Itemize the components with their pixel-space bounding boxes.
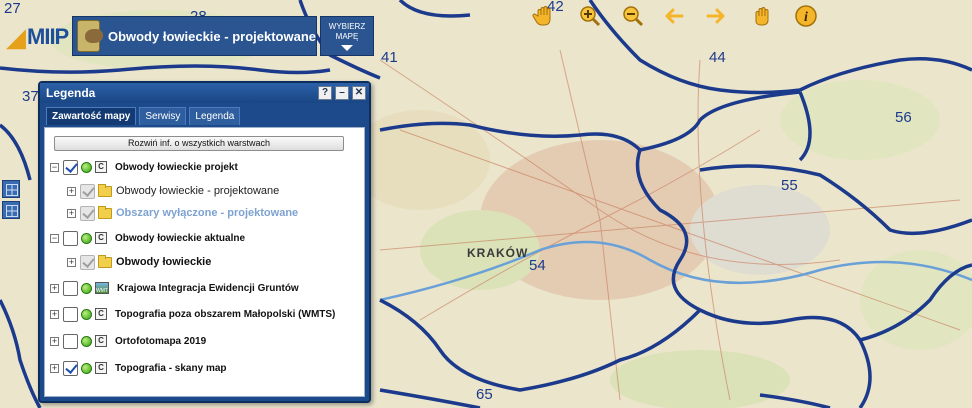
layer-checkbox[interactable]: [63, 159, 78, 175]
map-title: Obwody łowieckie - projektowane: [107, 28, 316, 44]
expand-all-button[interactable]: Rozwiń inf. o wszystkich warstwach: [54, 136, 344, 151]
legend-tabs: Zawartość mapy Serwisy Legenda: [40, 103, 369, 125]
district-number-41: 41: [381, 49, 398, 66]
layer-label: Topografia poza obszarem Małopolski (WMT…: [115, 308, 336, 320]
expand-icon[interactable]: +: [50, 336, 59, 346]
help-icon[interactable]: ?: [318, 86, 332, 100]
district-number-65: 65: [476, 386, 493, 403]
layer-row: + C Topografia - skany map: [50, 358, 227, 378]
wmts-layer-icon: WMTS: [95, 282, 109, 294]
folder-icon: [98, 254, 112, 268]
district-number-37: 37: [22, 88, 39, 105]
layer-checkbox[interactable]: [63, 333, 78, 349]
malopolska-map-icon: [77, 20, 103, 52]
sublayer-checkbox[interactable]: [80, 254, 95, 270]
info-icon[interactable]: i: [793, 4, 819, 28]
map-grid-button[interactable]: [2, 201, 20, 219]
folder-icon: [98, 205, 112, 219]
layer-type-icon: C: [95, 161, 107, 173]
close-icon[interactable]: ✕: [352, 86, 366, 100]
app-logo[interactable]: ◢ MIIP: [6, 20, 69, 54]
district-number-55: 55: [781, 177, 798, 194]
hand-pan-icon[interactable]: [531, 4, 557, 28]
zoom-in-icon[interactable]: [577, 4, 603, 28]
visibility-dot-icon: [81, 161, 92, 173]
layer-row: + C Ortofotomapa 2019: [50, 331, 206, 351]
sublayer-checkbox[interactable]: [80, 183, 95, 199]
district-number-44: 44: [709, 49, 726, 66]
layer-checkbox[interactable]: [63, 280, 78, 296]
visibility-dot-icon: [81, 362, 92, 374]
choose-map-label-line2: MAPĘ: [335, 32, 359, 41]
tab-services[interactable]: Serwisy: [139, 107, 187, 125]
layer-label: Obwody łowieckie aktualne: [115, 232, 246, 244]
layer-label: Obwody łowieckie projekt: [115, 161, 238, 173]
expand-icon[interactable]: +: [67, 257, 76, 267]
collapse-icon[interactable]: −: [50, 233, 59, 243]
layer-row: − C Obwody łowieckie aktualne: [50, 228, 245, 248]
legend-header[interactable]: Legenda ? – ✕: [40, 83, 369, 103]
layer-type-icon: C: [95, 362, 107, 374]
visibility-dot-icon: [81, 335, 92, 347]
choose-map-label-line1: WYBIERZ: [328, 22, 366, 31]
expand-icon[interactable]: +: [67, 208, 76, 218]
svg-text:i: i: [804, 10, 808, 25]
map-title-bar: Obwody łowieckie - projektowane: [72, 16, 317, 56]
sublayer-row: + Obszary wyłączone - projektowane: [67, 203, 298, 223]
sublayer-row: + Obwody łowieckie - projektowane: [67, 181, 279, 201]
sublayer-row: + Obwody łowieckie: [67, 252, 211, 272]
sublayer-label: Obwody łowieckie - projektowane: [116, 185, 280, 197]
tab-legend[interactable]: Legenda: [189, 107, 241, 125]
visibility-dot-icon: [81, 308, 92, 320]
choose-map-button[interactable]: WYBIERZ MAPĘ: [320, 16, 374, 56]
layers-grid-button[interactable]: [2, 180, 20, 198]
sublayer-label: Obszary wyłączone - projektowane: [116, 207, 299, 219]
legend-body: Rozwiń inf. o wszystkich warstwach − C O…: [44, 127, 365, 397]
layer-row: − C Obwody łowieckie projekt: [50, 157, 238, 177]
layer-label: Topografia - skany map: [115, 362, 227, 374]
chevron-down-icon: [341, 45, 353, 51]
legend-title: Legenda: [46, 86, 96, 100]
layer-row: + WMTS Krajowa Integracja Ewidencji Grun…: [50, 278, 299, 298]
expand-icon[interactable]: +: [50, 309, 59, 319]
layer-label: Ortofotomapa 2019: [115, 335, 207, 347]
layer-type-icon: C: [95, 335, 107, 347]
visibility-dot-icon: [81, 282, 92, 294]
district-number-56: 56: [895, 109, 912, 126]
expand-icon[interactable]: +: [50, 363, 59, 373]
logo-text: MIIP: [27, 24, 69, 49]
district-number-54: 54: [529, 257, 546, 274]
layer-row: + C Topografia poza obszarem Małopolski …: [50, 304, 335, 324]
layer-label: Krajowa Integracja Ewidencji Gruntów: [117, 282, 299, 294]
district-number-27: 27: [4, 0, 21, 17]
select-hand-icon[interactable]: [750, 4, 776, 28]
layer-checkbox[interactable]: [63, 230, 78, 246]
folder-icon: [98, 183, 112, 197]
back-arrow-icon[interactable]: [661, 4, 687, 28]
logo-mark-icon: ◢: [6, 21, 26, 52]
layer-checkbox[interactable]: [63, 306, 78, 322]
sublayer-label: Obwody łowieckie: [116, 256, 212, 268]
forward-arrow-icon[interactable]: [703, 4, 729, 28]
layer-checkbox[interactable]: [63, 360, 78, 376]
visibility-dot-icon: [81, 232, 92, 244]
zoom-out-icon[interactable]: [620, 4, 646, 28]
tab-map-content[interactable]: Zawartość mapy: [46, 107, 137, 125]
expand-icon[interactable]: +: [67, 186, 76, 196]
layer-type-icon: C: [95, 308, 107, 320]
minimize-icon[interactable]: –: [335, 86, 349, 100]
layer-type-icon: C: [95, 232, 107, 244]
sublayer-checkbox[interactable]: [80, 205, 95, 221]
expand-icon[interactable]: +: [50, 283, 59, 293]
legend-window: Legenda ? – ✕ Zawartość mapy Serwisy Leg…: [38, 81, 371, 403]
city-label-krakow: KRAKÓW: [467, 246, 529, 260]
collapse-icon[interactable]: −: [50, 162, 59, 172]
